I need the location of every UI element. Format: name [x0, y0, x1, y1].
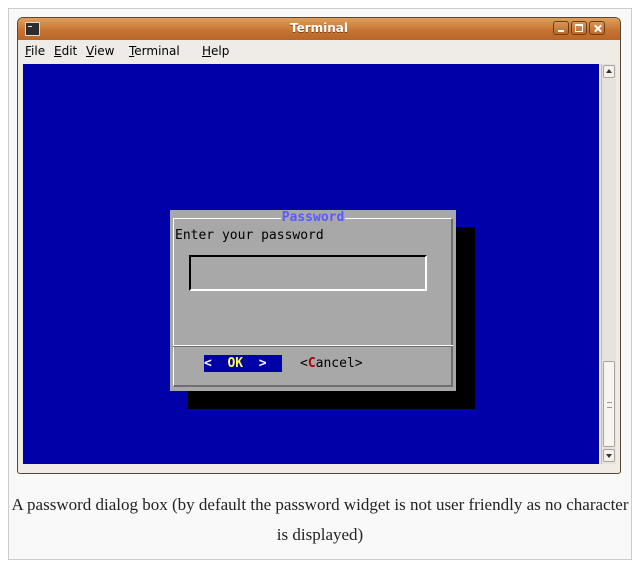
menu-edit[interactable]: Edit [54, 44, 77, 58]
scrollbar-thumb[interactable] [603, 361, 615, 447]
menu-view-accel: V [86, 44, 94, 58]
cancel-label: ancel> [315, 356, 363, 371]
button-separator [173, 345, 453, 347]
password-dialog: Password Enter your password < OK > <Can… [170, 210, 456, 391]
menu-file[interactable]: File [25, 44, 45, 58]
ok-left-bracket: < [204, 356, 228, 371]
cancel-left-bracket: < [300, 356, 308, 371]
menu-help[interactable]: Help [202, 44, 229, 58]
menu-help-accel: H [202, 44, 212, 58]
figure-caption: A password dialog box (by default the pa… [11, 495, 629, 544]
close-button[interactable] [589, 21, 605, 35]
menu-terminal-label: erminal [134, 44, 180, 58]
vertical-scrollbar[interactable] [601, 64, 616, 464]
minimize-button[interactable] [553, 21, 569, 35]
ok-right-bracket: > [243, 356, 267, 371]
menu-view[interactable]: View [86, 44, 114, 58]
maximize-button[interactable] [571, 21, 587, 35]
menu-view-label: iew [93, 44, 115, 58]
menu-file-label: ile [31, 44, 46, 58]
dialog-title: Password [170, 210, 456, 226]
terminal-window: Terminal File Edit View Terminal Help Pa… [17, 17, 621, 474]
password-input[interactable] [189, 255, 427, 291]
ok-label: OK [227, 356, 244, 371]
menu-help-label: elp [211, 44, 230, 58]
cancel-hotkey: C [307, 356, 316, 371]
title-bar[interactable]: Terminal [18, 18, 620, 41]
dialog-title-text: Password [280, 210, 346, 225]
menu-edit-accel: E [54, 44, 62, 58]
menu-edit-label: dit [61, 44, 78, 58]
menu-bar: File Edit View Terminal Help [18, 40, 620, 62]
dialog-prompt: Enter your password [175, 228, 324, 243]
cancel-button[interactable]: <Cancel> [300, 355, 363, 372]
menu-terminal[interactable]: Terminal [129, 44, 180, 58]
ok-button[interactable]: < OK > [204, 355, 282, 372]
scroll-up-arrow-icon[interactable] [603, 65, 615, 78]
window-title: Terminal [289, 21, 349, 35]
scroll-down-arrow-icon[interactable] [603, 449, 615, 462]
terminal-screen[interactable]: Password Enter your password < OK > <Can… [23, 64, 599, 464]
